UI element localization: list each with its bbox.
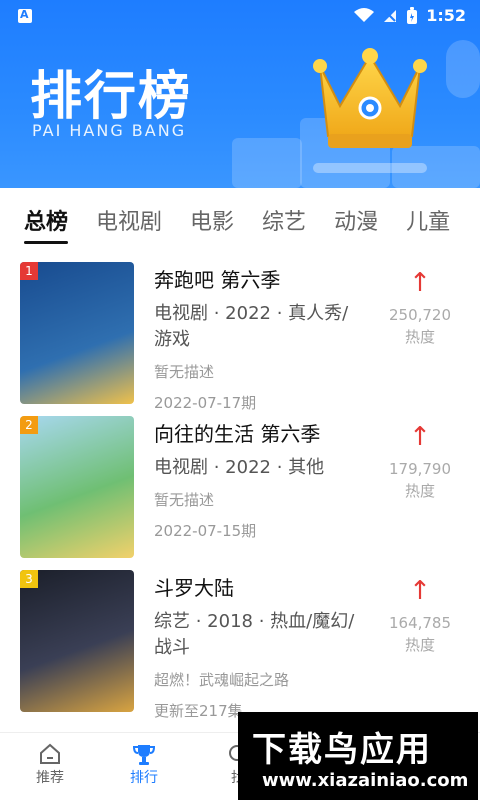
item-meta: 综艺 · 2018 · 热血/魔幻/战斗 [154,611,355,658]
tab-anime[interactable]: 动漫 [334,204,378,236]
heat-value: 250,720 [388,306,452,324]
heat-label: 热度 [404,482,435,500]
poster-image: 3 [20,570,134,712]
decor-block [446,40,480,98]
heat-value: 179,790 [388,460,452,478]
heat-block: ↑ 164,785 热度 [380,578,460,655]
poster-image: 2 [20,416,134,558]
crown-icon [300,36,440,186]
item-title: 向往的生活 第六季 [154,422,321,446]
tab-tv[interactable]: 电视剧 [96,204,162,236]
item-date: 2022-07-15期 [154,522,257,540]
rank-badge: 2 [20,416,38,434]
up-arrow-icon: ↑ [409,576,431,606]
page-subtitle: PAI HANG BANG [32,121,187,140]
home-icon [37,741,63,767]
item-desc: 暂无描述 [154,363,215,381]
nav-label: 推荐 [36,770,64,786]
tab-kids[interactable]: 儿童 [406,204,450,236]
tab-movie[interactable]: 电影 [190,204,234,236]
decor-block [232,138,302,188]
status-time: 1:52 [426,6,466,25]
tab-total[interactable]: 总榜 [24,204,69,244]
category-tabs: 总榜 电视剧 电影 综艺 动漫 儿童 [0,188,480,252]
signal-icon [382,8,398,24]
watermark-url: www.xiazainiao.com [262,770,469,791]
list-item[interactable]: 2 向往的生活 第六季 电视剧 · 2022 · 其他 暂无描述 2022-07… [0,406,480,560]
heat-block: ↑ 179,790 热度 [380,424,460,501]
item-info: 向往的生活 第六季 电视剧 · 2022 · 其他 暂无描述 2022-07-1… [154,418,364,541]
rank-badge: 3 [20,570,38,588]
nav-ranking[interactable]: 排行 [104,741,184,787]
page-title: 排行榜 [30,67,193,127]
item-title: 斗罗大陆 [154,576,234,600]
status-bar: 1:52 [0,0,480,32]
item-meta: 电视剧 · 2022 · 真人秀/游戏 [154,303,349,350]
heat-label: 热度 [404,328,435,346]
up-arrow-icon: ↑ [409,268,431,298]
heat-value: 164,785 [388,614,452,632]
watermark-main-text: 下载鸟应用 [252,730,432,770]
nav-label: 排行 [130,770,158,786]
ranking-list: 1 奔跑吧 第六季 电视剧 · 2022 · 真人秀/游戏 暂无描述 2022-… [0,252,480,732]
item-desc: 超燃！武魂崛起之路 [154,671,290,689]
item-info: 奔跑吧 第六季 电视剧 · 2022 · 真人秀/游戏 暂无描述 2022-07… [154,264,364,413]
wifi-icon [354,7,375,24]
ranking-header: 1:52 排行榜 PAI HANG BANG [0,0,480,188]
item-info: 斗罗大陆 综艺 · 2018 · 热血/魔幻/战斗 超燃！武魂崛起之路 更新至2… [154,572,364,721]
poster-image: 1 [20,262,134,404]
trophy-icon [131,741,157,767]
battery-icon [406,6,418,25]
list-item[interactable]: 3 斗罗大陆 综艺 · 2018 · 热血/魔幻/战斗 超燃！武魂崛起之路 更新… [0,560,480,720]
status-icons: 1:52 [354,6,466,25]
nav-recommend[interactable]: 推荐 [10,741,90,787]
item-desc: 暂无描述 [154,491,215,509]
rank-badge: 1 [20,262,38,280]
tab-variety[interactable]: 综艺 [262,204,306,236]
heat-block: ↑ 250,720 热度 [380,270,460,347]
up-arrow-icon: ↑ [409,422,431,452]
list-item[interactable]: 1 奔跑吧 第六季 电视剧 · 2022 · 真人秀/游戏 暂无描述 2022-… [0,252,480,412]
app-status-icon [18,8,32,23]
heat-label: 热度 [404,636,435,654]
watermark-banner: 下载鸟应用 www.xiazainiao.com [238,712,478,800]
item-title: 奔跑吧 第六季 [154,268,281,292]
item-meta: 电视剧 · 2022 · 其他 [154,457,325,478]
